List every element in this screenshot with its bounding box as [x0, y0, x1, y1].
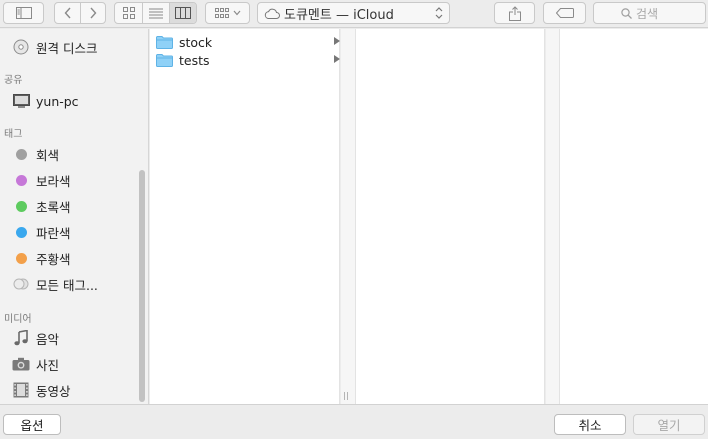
- sidebar-scrollbar[interactable]: [139, 170, 145, 402]
- column-2: [355, 29, 545, 404]
- columns-icon: [175, 7, 191, 19]
- gray-tag-dot-icon: [15, 148, 27, 160]
- location-name: 도큐멘트 — iCloud: [284, 7, 394, 23]
- chevron-right-icon: [90, 7, 97, 19]
- film-icon: [12, 381, 30, 399]
- folder-name: tests: [179, 52, 210, 68]
- folder-row-tests[interactable]: tests: [156, 51, 340, 69]
- sidebar-item-label: 초록색: [36, 199, 71, 215]
- list-view-button[interactable]: [142, 3, 169, 23]
- list-icon: [149, 8, 163, 18]
- sidebar-item-label: 동영상: [36, 383, 71, 399]
- search-placeholder: 검색: [636, 6, 659, 21]
- grid-icon: [122, 7, 135, 19]
- sidebar-toggle-button[interactable]: [3, 2, 44, 24]
- options-button[interactable]: 옵션: [3, 414, 61, 435]
- sidebar-item-label: 원격 디스크: [36, 40, 98, 56]
- share-button[interactable]: [494, 2, 535, 24]
- sidebar-item-tag-green[interactable]: 초록색: [12, 195, 71, 217]
- blue-tag-dot-icon: [15, 226, 27, 238]
- back-button[interactable]: [55, 3, 80, 23]
- updown-chevron-icon: [435, 7, 443, 19]
- all-tags-icon: [12, 275, 30, 293]
- column-resize-grip[interactable]: [344, 392, 350, 400]
- sidebar-section-tags: 태그: [4, 129, 23, 140]
- forward-button[interactable]: [80, 3, 105, 23]
- column-1: stock tests: [150, 29, 340, 404]
- sidebar-item-label: 사진: [36, 357, 60, 373]
- disclosure-triangle-icon: [334, 37, 340, 45]
- sidebar-item-yun-pc[interactable]: yun-pc: [12, 90, 79, 112]
- computer-icon: [12, 92, 30, 110]
- sidebar-item-label: 보라색: [36, 173, 71, 189]
- sidebar-item-label: 음악: [36, 331, 60, 347]
- toolbar: 도큐멘트 — iCloud 검색: [0, 0, 708, 28]
- search-icon: [621, 8, 632, 19]
- sidebar-item-tag-gray[interactable]: 회색: [12, 143, 59, 165]
- column-view-button[interactable]: [169, 3, 196, 23]
- sidebar-section-media: 미디어: [4, 314, 32, 325]
- sidebar-section-shared: 공유: [4, 75, 23, 86]
- column-divider[interactable]: [546, 29, 559, 404]
- sidebar-icon: [15, 7, 32, 19]
- icon-view-button[interactable]: [115, 3, 142, 23]
- orange-tag-dot-icon: [15, 252, 27, 264]
- chevron-left-icon: [64, 7, 71, 19]
- green-tag-dot-icon: [15, 200, 27, 212]
- sidebar-item-label: 주황색: [36, 251, 71, 267]
- bottom-bar: 옵션 취소 열기: [0, 404, 708, 439]
- sidebar-item-all-tags[interactable]: 모든 태그...: [12, 273, 98, 295]
- open-button[interactable]: 열기: [633, 414, 705, 435]
- sidebar-item-music[interactable]: 음악: [12, 327, 59, 349]
- share-icon: [508, 5, 521, 21]
- view-mode-control: [114, 2, 197, 24]
- sidebar: 원격 디스크 공유 yun-pc 태그 회색 보라색 초록색 파란색 주황색 모…: [0, 29, 149, 404]
- folder-name: stock: [179, 34, 213, 50]
- sidebar-item-tag-purple[interactable]: 보라색: [12, 169, 71, 191]
- tag-button[interactable]: [543, 2, 586, 24]
- cancel-button[interactable]: 취소: [554, 414, 626, 435]
- search-field[interactable]: 검색: [593, 2, 706, 24]
- column-divider[interactable]: [341, 29, 355, 404]
- location-popup[interactable]: 도큐멘트 — iCloud: [257, 2, 450, 24]
- column-3: [559, 29, 708, 404]
- folder-icon: [156, 35, 173, 49]
- arrange-grid-icon: [214, 7, 229, 18]
- sidebar-item-tag-blue[interactable]: 파란색: [12, 221, 71, 243]
- sidebar-item-remote-disc[interactable]: 원격 디스크: [12, 36, 97, 58]
- disc-icon: [12, 38, 30, 56]
- sidebar-item-label: 파란색: [36, 225, 71, 241]
- purple-tag-dot-icon: [15, 174, 27, 186]
- music-note-icon: [12, 329, 30, 347]
- disclosure-triangle-icon: [334, 55, 340, 63]
- folder-row-stock[interactable]: stock: [156, 33, 340, 51]
- chevron-down-icon: [233, 10, 240, 16]
- camera-icon: [12, 355, 30, 373]
- sidebar-item-label: 회색: [36, 147, 60, 163]
- folder-icon: [156, 53, 173, 67]
- tag-icon: [555, 8, 574, 18]
- back-forward-control: [54, 2, 106, 24]
- sidebar-item-movies[interactable]: 동영상: [12, 379, 71, 401]
- sidebar-item-tag-orange[interactable]: 주황색: [12, 247, 71, 269]
- cloud-icon: [264, 8, 280, 19]
- sidebar-item-photos[interactable]: 사진: [12, 353, 59, 375]
- sidebar-item-label: yun-pc: [36, 93, 79, 109]
- arrange-button[interactable]: [205, 2, 250, 24]
- sidebar-item-label: 모든 태그...: [36, 277, 98, 293]
